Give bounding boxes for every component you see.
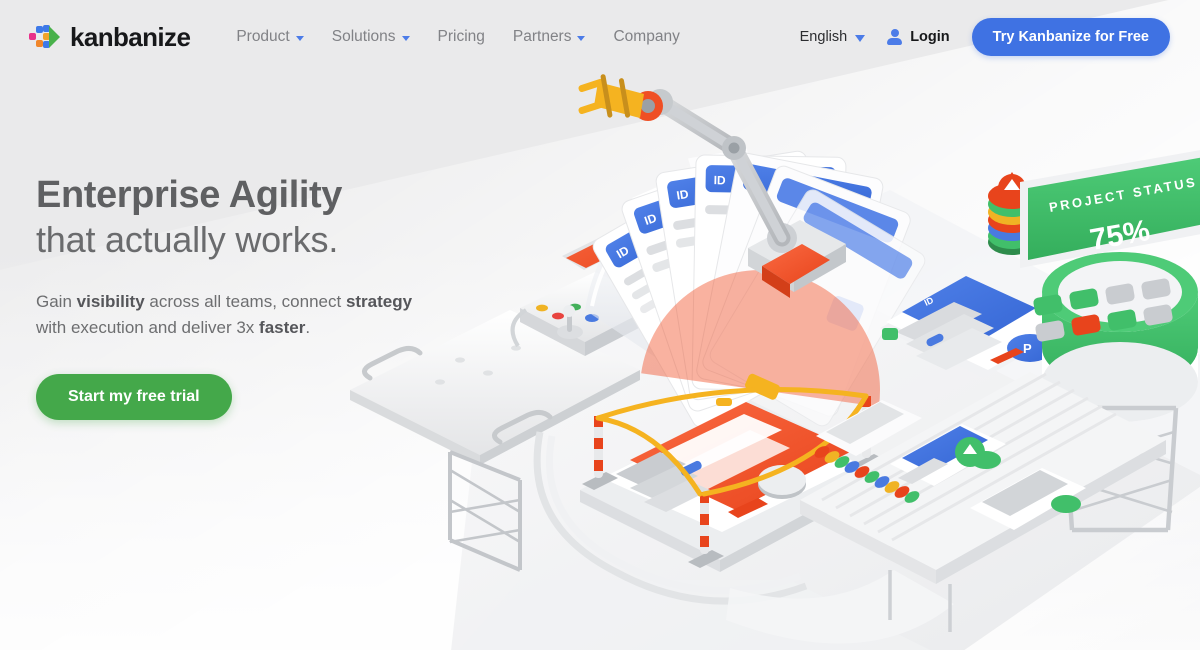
curved-track — [533, 431, 808, 605]
svg-text:ID: ID — [614, 243, 632, 261]
svg-text:R: R — [778, 335, 799, 361]
factory-floor — [451, 190, 1200, 650]
svg-text:P: P — [1023, 341, 1032, 356]
site-header: kanbanize Product Solutions Pricing Part… — [0, 0, 1200, 74]
login-link[interactable]: Login — [887, 29, 950, 45]
nav-item-company[interactable]: Company — [613, 28, 679, 46]
glass-hood — [585, 155, 896, 387]
nav-item-solutions[interactable]: Solutions — [332, 28, 410, 46]
start-free-trial-button[interactable]: Start my free trial — [36, 373, 232, 420]
support-legs — [888, 570, 952, 632]
kanban-card: ID S — [592, 171, 826, 428]
project-status-title: PROJECT STATUS — [1048, 174, 1198, 215]
colored-disc-stack — [988, 172, 1036, 255]
kanban-card — [702, 165, 911, 417]
sub-part3: with execution and deliver 3x — [36, 318, 260, 338]
window-corner-bottom-left — [0, 630, 20, 650]
svg-text:ID: ID — [714, 173, 727, 187]
hero-headline-line2: that actually works. — [36, 218, 339, 260]
sub-bold-faster: faster — [259, 318, 306, 338]
sub-bold-visibility: visibility — [76, 292, 145, 312]
kanban-card-fan: ID S ID R ID ID — [592, 148, 926, 428]
nav-label: Pricing — [437, 28, 485, 45]
kanban-card: ID — [655, 150, 841, 401]
svg-text:ID: ID — [923, 295, 936, 308]
belt-card — [890, 424, 1006, 486]
kanban-card: ID — [691, 154, 847, 392]
brand-name: kanbanize — [70, 21, 191, 52]
nav-item-partners[interactable]: Partners — [513, 28, 586, 46]
robot-arm — [578, 74, 846, 298]
language-label: English — [799, 29, 848, 45]
track-slab — [726, 570, 954, 644]
try-free-button[interactable]: Try Kanbanize for Free — [971, 18, 1170, 56]
header-right-group: English Login Try Kanbanize for Free — [800, 18, 1170, 56]
colored-chip-rail — [814, 446, 920, 503]
belt-card — [816, 400, 922, 456]
status-button-grid — [1033, 278, 1173, 342]
orange-kanban-card-display — [580, 387, 890, 572]
kanban-card — [696, 152, 884, 405]
project-status-value: 75% — [1087, 214, 1152, 257]
sub-part4: . — [305, 318, 311, 338]
belt-card — [970, 468, 1086, 530]
hero-subtitle: Gain visibility across all teams, connec… — [36, 289, 436, 342]
sub-bold-strategy: strategy — [345, 292, 413, 312]
brand-logo[interactable]: kanbanize — [28, 21, 191, 53]
hero-headline-line1: Enterprise Agility — [36, 174, 343, 216]
hero-section: Enterprise Agility that actually works. … — [0, 74, 470, 420]
chevron-down-icon — [401, 36, 410, 41]
kanbanize-diamond-logo-icon — [28, 22, 60, 52]
project-status-tower: PROJECT STATUS 75% — [1020, 150, 1200, 533]
nav-label: Partners — [512, 28, 572, 45]
svg-text:ID: ID — [643, 211, 659, 228]
svg-text:ID: ID — [675, 187, 689, 203]
svg-text:S: S — [766, 336, 789, 362]
chevron-down-icon — [577, 36, 586, 41]
language-selector[interactable]: English — [800, 29, 866, 45]
chevron-down-icon — [295, 36, 304, 41]
page-root: kanbanize Product Solutions Pricing Part… — [0, 0, 1200, 650]
kanban-card: ID R — [621, 155, 834, 412]
nav-item-product[interactable]: Product — [236, 28, 304, 46]
nav-item-pricing[interactable]: Pricing — [438, 28, 485, 46]
sub-part2: across all teams, connect — [144, 292, 346, 312]
nav-label: Solutions — [331, 28, 396, 45]
conveyor-belt — [800, 372, 1166, 584]
barrier-posts — [582, 387, 886, 568]
nav-label: Product — [236, 28, 290, 45]
robot-gripper — [578, 74, 663, 121]
chevron-down-icon — [855, 35, 866, 42]
user-person-icon — [887, 29, 903, 45]
right-kanban-card-large: ID P — [880, 276, 1070, 378]
sub-part1: Gain — [36, 292, 77, 312]
nav-label: Company — [613, 28, 680, 45]
kanban-card — [709, 189, 926, 427]
main-nav: Product Solutions Pricing Partners Compa… — [236, 28, 680, 46]
login-label: Login — [910, 29, 950, 45]
